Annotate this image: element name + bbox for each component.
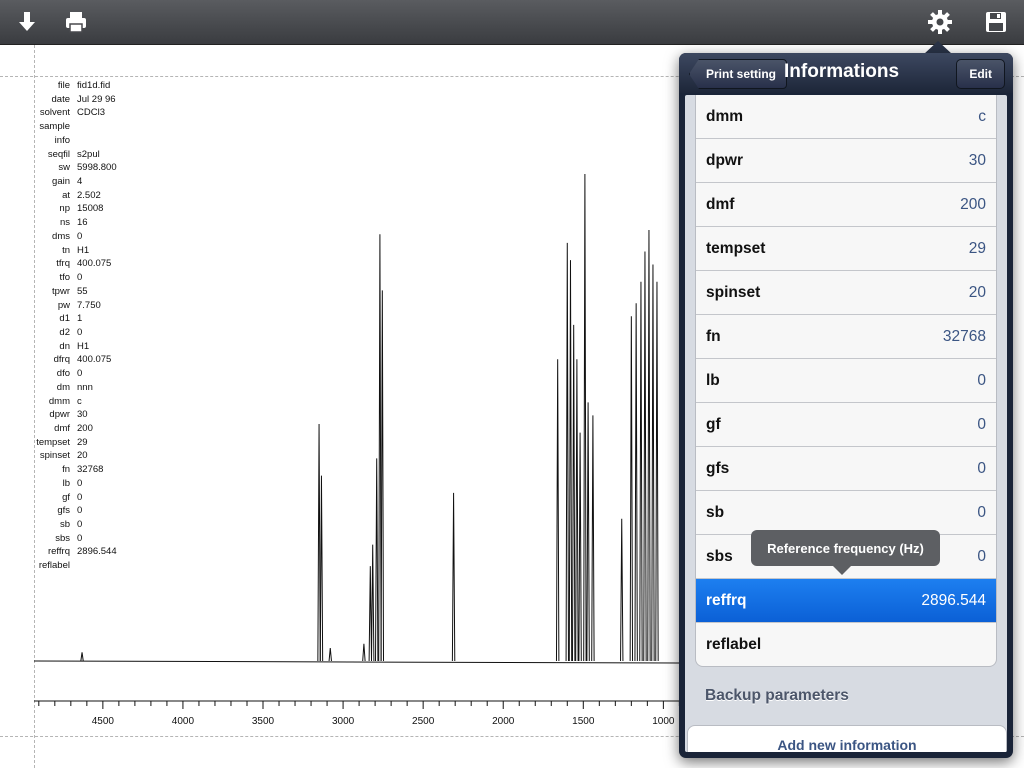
spectrum-peak — [451, 492, 456, 662]
spectrum-peak — [380, 290, 385, 662]
info-row-key: fn — [706, 327, 721, 345]
info-row-spinset[interactable]: spinset 20 — [696, 270, 996, 314]
x-axis-tick-label: 4000 — [172, 716, 195, 727]
spectrum-peak — [328, 648, 332, 662]
spectrum-peak — [655, 281, 659, 662]
info-row-key: gf — [706, 415, 721, 433]
info-row-key: sb — [706, 503, 725, 521]
printer-icon[interactable] — [60, 6, 92, 38]
informations-popover: Print setting Informations Edit dmm c dpwr… — [679, 53, 1013, 758]
spectrum-peak — [643, 251, 647, 662]
info-row-key: lb — [706, 371, 720, 389]
info-row-value: 29 — [968, 239, 986, 257]
info-row-key: reflabel — [706, 635, 762, 653]
info-row-key: dmf — [706, 195, 735, 213]
info-row-value: 0 — [977, 415, 986, 433]
spectrum-peak — [565, 242, 569, 662]
spectrum-peak — [578, 432, 582, 662]
popover-title: Informations — [784, 61, 900, 82]
info-row-tempset[interactable]: tempset 29 — [696, 226, 996, 270]
info-row-value: 0 — [977, 371, 986, 389]
tooltip-arrow — [833, 566, 851, 575]
spectrum-peak — [651, 264, 655, 662]
reference-frequency-tooltip: Reference frequency (Hz) — [751, 530, 940, 566]
popover-header: Print setting Informations Edit — [679, 53, 1013, 93]
spectrum-peak — [639, 281, 643, 662]
spectrum-peak — [319, 475, 324, 662]
spectrum-peak — [378, 234, 382, 662]
backup-parameters-header: Backup parameters — [705, 687, 849, 704]
info-row-key: tempset — [706, 239, 766, 257]
edit-button[interactable]: Edit — [956, 59, 1005, 89]
spectrum-peak — [371, 544, 375, 662]
info-row-value: 2896.544 — [921, 591, 986, 609]
spectrum-peak — [80, 652, 84, 662]
info-row-key: gfs — [706, 459, 730, 477]
x-axis-tick-label: 3000 — [332, 716, 355, 727]
x-axis-tick-label: 1500 — [572, 716, 595, 727]
info-row-value: 30 — [968, 151, 986, 169]
add-new-information-button[interactable]: Add new information — [687, 725, 1007, 752]
info-row-value: 32768 — [942, 327, 986, 345]
info-row-value: c — [978, 107, 986, 125]
spectrum-peak — [620, 518, 624, 662]
spectrum-peak — [375, 458, 379, 662]
info-row-lb[interactable]: lb 0 — [696, 358, 996, 402]
print-setting-back-button[interactable]: Print setting — [689, 59, 788, 89]
x-axis-tick-label: 3500 — [252, 716, 275, 727]
spectrum-peak — [575, 359, 579, 662]
info-row-value: 200 — [960, 195, 986, 213]
gear-icon[interactable] — [924, 6, 956, 38]
info-row-gfs[interactable]: gfs 0 — [696, 446, 996, 490]
info-row-key: spinset — [706, 283, 761, 301]
info-row-key: sbs — [706, 547, 733, 565]
x-axis-tick-label: 2500 — [412, 716, 435, 727]
info-row-fn[interactable]: fn 32768 — [696, 314, 996, 358]
x-axis-tick-label: 2000 — [492, 716, 515, 727]
info-row-sb[interactable]: sb 0 — [696, 490, 996, 534]
information-list: dmm c dpwr 30 dmf 200 tempset 29 spinset 20 fn 3276… — [695, 95, 997, 667]
info-row-value: 0 — [977, 547, 986, 565]
info-row-dpwr[interactable]: dpwr 30 — [696, 138, 996, 182]
x-axis-tick-label: 4500 — [92, 716, 115, 727]
info-row-dmf[interactable]: dmf 200 — [696, 182, 996, 226]
top-toolbar — [0, 0, 1024, 45]
info-row-key: dmm — [706, 107, 744, 125]
popover-body[interactable]: dmm c dpwr 30 dmf 200 tempset 29 spinset 20 fn 3276… — [685, 95, 1007, 752]
spectrum-peak — [634, 303, 638, 662]
spectrum-peak — [571, 324, 576, 662]
spectrum-peak — [362, 643, 366, 662]
floppy-disk-icon[interactable] — [980, 6, 1012, 38]
spectrum-baseline — [33, 660, 680, 664]
spectrum-peak — [583, 173, 587, 662]
info-row-key: dpwr — [706, 151, 744, 169]
info-row-value: 0 — [977, 503, 986, 521]
info-row-gf[interactable]: gf 0 — [696, 402, 996, 446]
info-row-value: 20 — [968, 283, 986, 301]
info-row-key: reffrq — [706, 591, 747, 609]
x-axis-tick-label: 1000 — [652, 716, 675, 727]
info-row-reffrq[interactable]: reffrq 2896.544 — [696, 578, 996, 622]
spectrum-peak — [317, 423, 321, 662]
spectrum-peak — [591, 415, 595, 662]
spectrum-peak — [586, 402, 590, 662]
spectrum-peak — [647, 229, 651, 662]
info-row-dmm[interactable]: dmm c — [696, 95, 996, 138]
nmr-spectrum-plot[interactable]: 4500 4000 3500 3000 2500 2000 1500 1000 — [0, 45, 680, 768]
spectrum-peak — [555, 359, 560, 662]
info-row-reflabel[interactable]: reflabel — [696, 622, 996, 666]
info-row-value: 0 — [977, 459, 986, 477]
spectrum-peak — [368, 566, 373, 662]
spectrum-peak — [568, 260, 573, 662]
spectrum-peak — [629, 316, 634, 662]
download-arrow-icon[interactable] — [11, 6, 43, 38]
